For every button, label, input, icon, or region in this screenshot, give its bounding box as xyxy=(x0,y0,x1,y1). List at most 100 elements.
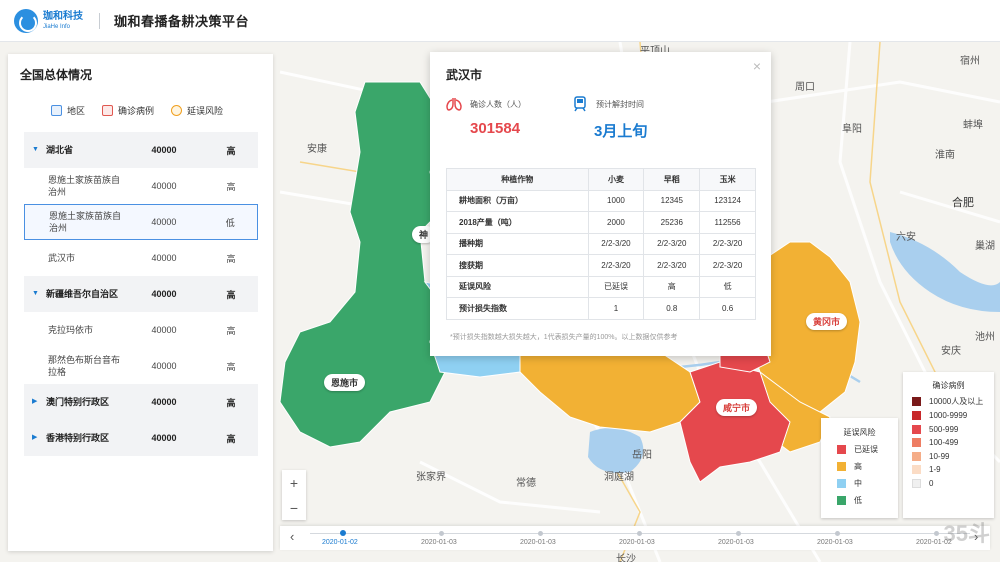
lungs-icon xyxy=(446,98,462,111)
crop-table-row: 播种期 2/2-3/20 2/2-3/20 2/2-3/20 xyxy=(446,232,756,255)
cases-value: 301584 xyxy=(470,120,521,137)
crop-header-cell: 玉米 xyxy=(699,168,756,191)
crop-cell: 112556 xyxy=(699,211,756,234)
crop-row-label: 延误风险 xyxy=(446,275,589,298)
logo-icon xyxy=(14,8,38,33)
region-name: 恩施土家族苗族自治州 xyxy=(49,211,122,233)
overview-title: 全国总体情况 xyxy=(20,68,93,82)
header-divider xyxy=(99,12,100,29)
crop-header-cell: 种植作物 xyxy=(446,168,589,191)
zoom-control: + − xyxy=(282,470,306,520)
timeline-dot[interactable] xyxy=(538,531,543,536)
timeline-dot[interactable] xyxy=(736,531,741,536)
province-row[interactable]: ▼ 新疆维吾尔自治区 40000 高 xyxy=(24,276,258,312)
crop-cell: 1000 xyxy=(587,189,645,212)
city-row[interactable]: 恩施土家族苗族自治州 40000 低 xyxy=(24,204,258,240)
legend-label: 10-99 xyxy=(929,451,950,461)
place-label: 洞庭湖 xyxy=(604,472,634,483)
case-count: 40000 xyxy=(151,253,177,263)
timeline-date-label[interactable]: 2020-01-03 xyxy=(619,539,655,546)
column-risk[interactable]: 延误风险 xyxy=(171,104,223,117)
timeline-date-label[interactable]: 2020-01-02 xyxy=(322,539,358,546)
crop-cell: 2/2-3/20 xyxy=(643,232,701,255)
column-region[interactable]: 地区 xyxy=(51,104,85,117)
map-icon xyxy=(51,105,62,116)
place-label: 岳阳 xyxy=(632,450,652,461)
caret-down-icon[interactable]: ▼ xyxy=(32,144,40,156)
legend-label: 已延误 xyxy=(854,445,878,454)
risk-level: 高 xyxy=(226,397,236,408)
city-row[interactable]: 那然色布斯台音布拉格 40000 高 xyxy=(24,348,258,384)
crop-row-label: 耕地面积（万亩） xyxy=(446,189,589,212)
zoom-in-button[interactable]: + xyxy=(290,475,298,491)
place-label: 安庆 xyxy=(941,346,961,357)
top-header: 珈和科技 JiaHe Info 珈和春播备耕决策平台 xyxy=(0,0,1000,42)
cases-stat: 确诊人数（人） xyxy=(446,96,526,112)
crop-cell: 2/2-3/20 xyxy=(699,232,756,255)
province-row[interactable]: ▶ 澳门特别行政区 40000 高 xyxy=(24,384,258,420)
region-name: 新疆维吾尔自治区 xyxy=(46,289,119,299)
timeline-date-label[interactable]: 2020-01-03 xyxy=(718,539,754,546)
crop-cell: 123124 xyxy=(699,189,756,212)
legend-label: 中 xyxy=(854,479,862,488)
caret-right-icon[interactable]: ▶ xyxy=(32,432,40,444)
place-label: 长沙 xyxy=(616,554,636,562)
city-row[interactable]: 武汉市 40000 高 xyxy=(24,240,258,276)
risk-level: 高 xyxy=(226,433,236,444)
cases-label: 确诊人数（人） xyxy=(470,99,526,109)
region-name: 澳门特别行政区 xyxy=(46,397,110,407)
timeline-dot[interactable] xyxy=(340,530,346,536)
crop-cell: 2000 xyxy=(587,211,645,234)
case-count: 40000 xyxy=(151,361,177,371)
crop-cell: 12345 xyxy=(643,189,701,212)
place-label: 阜阳 xyxy=(842,124,862,135)
case-count: 40000 xyxy=(151,181,177,191)
timeline-dot[interactable] xyxy=(637,531,642,536)
region-tag-huanggang[interactable]: 黄冈市 xyxy=(806,313,848,330)
timeline-date-label[interactable]: 2020-01-03 xyxy=(817,539,853,546)
province-row[interactable]: ▼ 湖北省 40000 高 xyxy=(24,132,258,168)
legend-label: 0 xyxy=(929,478,934,488)
timeline-dot[interactable] xyxy=(439,531,444,536)
overview-panel: 全国总体情况 地区 确诊病例 延误风险 ▼ 湖北省 40000 高恩施土家族苗族自治州… xyxy=(8,54,273,551)
legend-swatch xyxy=(837,445,846,454)
timeline-dot[interactable] xyxy=(934,531,939,536)
legend-item: 10000人及以上 xyxy=(912,396,994,407)
close-icon[interactable]: × xyxy=(753,58,761,74)
unseal-stat: 预计解封时间 xyxy=(572,96,644,112)
region-name: 香港特别行政区 xyxy=(46,433,110,443)
timeline-prev-button[interactable]: ‹ xyxy=(290,529,294,544)
zoom-out-button[interactable]: − xyxy=(290,500,298,516)
timeline-dot[interactable] xyxy=(835,531,840,536)
crop-header-cell: 小麦 xyxy=(587,168,645,191)
caret-right-icon[interactable]: ▶ xyxy=(32,396,40,408)
place-label: 合肥 xyxy=(952,197,974,209)
watermark-logo: 35斗 xyxy=(943,521,990,546)
province-row[interactable]: ▶ 香港特别行政区 40000 高 xyxy=(24,420,258,456)
caret-down-icon[interactable]: ▼ xyxy=(32,288,40,300)
risk-level: 高 xyxy=(226,181,236,192)
city-row[interactable]: 恩施土家族苗族自治州 40000 高 xyxy=(24,168,258,204)
crop-cell: 高 xyxy=(643,275,701,298)
crop-header-cell: 早稻 xyxy=(643,168,701,191)
region-name: 克拉玛依市 xyxy=(48,325,94,335)
place-label: 张家界 xyxy=(416,472,446,483)
crop-table: 种植作物 小麦 早稻 玉米 耕地面积（万亩） 1000 12345 123124 2018产量（… xyxy=(446,168,756,320)
region-name: 那然色布斯台音布拉格 xyxy=(48,355,121,377)
place-label: 巢湖 xyxy=(975,241,995,252)
unseal-label: 预计解封时间 xyxy=(596,99,644,109)
case-count: 40000 xyxy=(151,145,177,155)
timeline-date-label[interactable]: 2020-01-03 xyxy=(421,539,457,546)
column-cases[interactable]: 确诊病例 xyxy=(102,104,154,117)
city-row[interactable]: 克拉玛依市 40000 高 xyxy=(24,312,258,348)
region-tag-xianning[interactable]: 咸宁市 xyxy=(716,399,758,416)
legend-swatch xyxy=(837,496,846,505)
timeline-date-label[interactable]: 2020-01-03 xyxy=(520,539,556,546)
legend-label: 500-999 xyxy=(929,424,959,434)
crop-cell: 2/2-3/20 xyxy=(699,254,756,277)
risk-level: 高 xyxy=(226,289,236,300)
brand-logo[interactable]: 珈和科技 JiaHe Info xyxy=(14,8,83,33)
region-list: ▼ 湖北省 40000 高恩施土家族苗族自治州 40000 高恩施土家族苗族自治州 4000… xyxy=(24,132,258,456)
case-count: 40000 xyxy=(151,433,177,443)
region-tag-enshi[interactable]: 恩施市 xyxy=(324,374,366,391)
